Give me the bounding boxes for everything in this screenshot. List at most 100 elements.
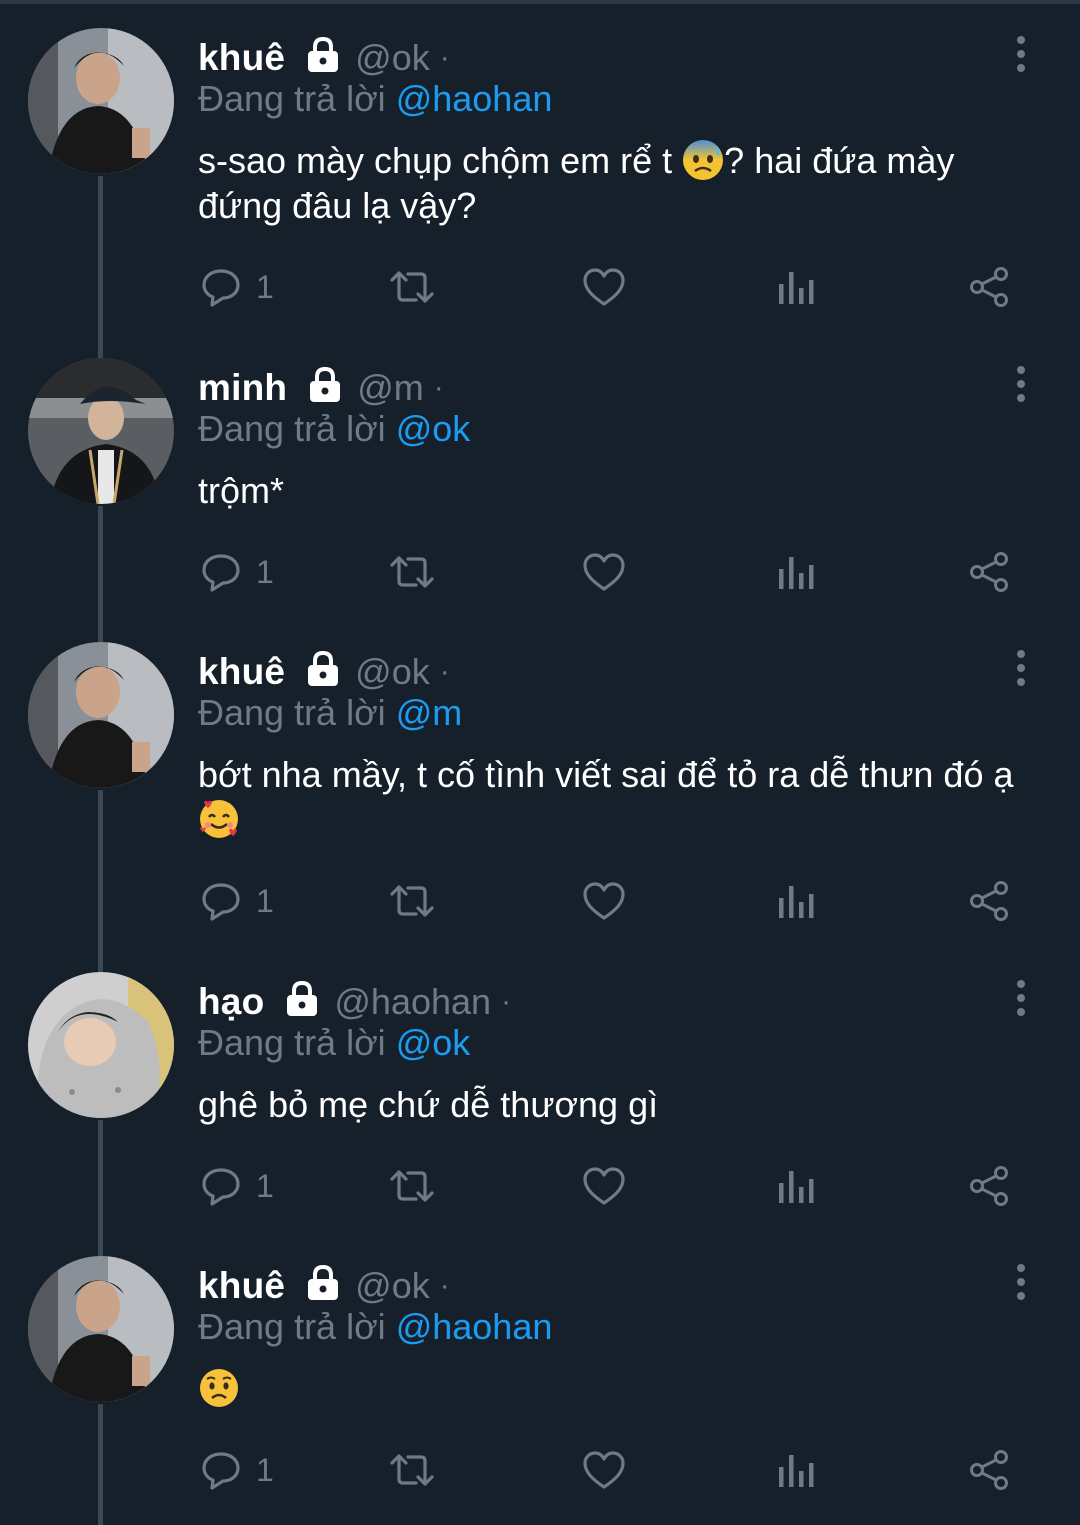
reply-button[interactable]: 1 [200, 1163, 274, 1209]
analytics-button[interactable] [776, 1447, 816, 1493]
avatar[interactable] [28, 358, 174, 504]
tweet-text [198, 1366, 1048, 1411]
avatar[interactable] [28, 28, 174, 174]
more-options-icon[interactable] [1004, 366, 1038, 402]
retweet-icon [390, 1454, 434, 1486]
avatar[interactable] [28, 642, 174, 788]
display-name[interactable]: hạo [198, 981, 264, 1023]
smiling-face-with-hearts-icon [198, 798, 240, 840]
share-button[interactable] [968, 1447, 1010, 1493]
analytics-button[interactable] [776, 549, 816, 595]
retweet-button[interactable] [388, 264, 436, 310]
tweet-content: khuê @ok · Đang trả lời @haohan [198, 1260, 1048, 1411]
tweet-content: minh @m · Đang trả lời @ok trộm* [198, 362, 1048, 513]
action-bar: 1 [198, 264, 1028, 310]
retweet-button[interactable] [388, 549, 436, 595]
share-button[interactable] [968, 1163, 1010, 1209]
more-options-icon[interactable] [1004, 1264, 1038, 1300]
analytics-icon [779, 557, 814, 589]
avatar[interactable] [28, 972, 174, 1118]
share-button[interactable] [968, 264, 1010, 310]
reply-count: 1 [256, 268, 274, 305]
action-bar: 1 [198, 878, 1028, 924]
analytics-icon [779, 1171, 814, 1203]
action-bar: 1 [198, 1447, 1028, 1493]
separator-dot: · [439, 655, 450, 688]
replying-to-label: Đang trả lời [198, 408, 396, 449]
display-name[interactable]: minh [198, 367, 287, 409]
tweet[interactable]: hạo @haohan · Đang trả lời @ok ghê bỏ mẹ… [0, 944, 1080, 1228]
tweet-text-part: bớt nha mầy, t cố tình viết sai để tỏ ra… [198, 754, 1014, 795]
tweet[interactable]: khuê @ok · Đang trả lời @haohan 1 [0, 1228, 1080, 1525]
retweet-icon [390, 885, 434, 917]
like-button[interactable] [582, 878, 626, 924]
tweet[interactable]: khuê @ok · Đang trả lời @m bớt nha mầy, … [0, 614, 1080, 944]
lock-icon [303, 1262, 343, 1302]
reply-button[interactable]: 1 [200, 878, 274, 924]
more-options-icon[interactable] [1004, 980, 1038, 1016]
replying-to-label: Đang trả lời [198, 78, 396, 119]
analytics-icon [779, 272, 814, 304]
display-name[interactable]: khuê [198, 651, 285, 693]
more-options-icon[interactable] [1004, 650, 1038, 686]
like-button[interactable] [582, 1163, 626, 1209]
like-button[interactable] [582, 549, 626, 595]
like-icon [583, 268, 625, 306]
tweet-content: hạo @haohan · Đang trả lời @ok ghê bỏ mẹ… [198, 976, 1048, 1127]
share-icon [970, 1166, 1008, 1206]
reply-button[interactable]: 1 [200, 264, 274, 310]
reply-to-handle[interactable]: @haohan [396, 1306, 553, 1347]
retweet-icon [390, 556, 434, 588]
tweet-text-part: s-sao mày chụp chộm em rể t [198, 140, 683, 181]
avatar[interactable] [28, 1256, 174, 1402]
reply-button[interactable]: 1 [200, 549, 274, 595]
reply-to-handle[interactable]: @haohan [396, 78, 553, 119]
replying-to: Đang trả lời @haohan [198, 78, 1048, 120]
tweet[interactable]: minh @m · Đang trả lời @ok trộm* 1 [0, 330, 1080, 614]
like-icon [583, 1451, 625, 1489]
handle[interactable]: @ok [355, 1265, 430, 1307]
reply-button[interactable]: 1 [200, 1447, 274, 1493]
share-icon [970, 267, 1008, 307]
tweet-text-part: trộm* [198, 470, 285, 511]
reply-icon [202, 554, 240, 592]
display-name[interactable]: khuê [198, 37, 285, 79]
like-button[interactable] [582, 264, 626, 310]
replying-to: Đang trả lời @ok [198, 1022, 1048, 1064]
replying-to-label: Đang trả lời [198, 1306, 396, 1347]
retweet-icon [390, 1170, 434, 1202]
reply-count: 1 [256, 1451, 274, 1488]
reply-to-handle[interactable]: @ok [396, 408, 471, 449]
analytics-button[interactable] [776, 878, 816, 924]
tweet[interactable]: khuê @ok · Đang trả lời @haohan s-sao mà… [0, 0, 1080, 330]
tweet-text-part: ghê bỏ mẹ chứ dễ thương gì [198, 1084, 659, 1125]
share-button[interactable] [968, 549, 1010, 595]
reply-to-handle[interactable]: @ok [396, 1022, 471, 1063]
reply-icon [202, 1168, 240, 1206]
tweet-content: khuê @ok · Đang trả lời @m bớt nha mầy, … [198, 646, 1048, 842]
analytics-button[interactable] [776, 264, 816, 310]
reply-count: 1 [256, 1167, 274, 1204]
analytics-icon [779, 886, 814, 918]
tweet-header: khuê @ok · [198, 646, 1048, 698]
action-bar: 1 [198, 1163, 1028, 1209]
share-icon [970, 1450, 1008, 1490]
retweet-button[interactable] [388, 1447, 436, 1493]
reply-count: 1 [256, 553, 274, 590]
analytics-button[interactable] [776, 1163, 816, 1209]
handle[interactable]: @ok [355, 651, 430, 693]
tweet-text: s-sao mày chụp chộm em rể t ? hai đứa mà… [198, 138, 1048, 228]
display-name[interactable]: khuê [198, 1265, 285, 1307]
handle[interactable]: @m [357, 367, 424, 409]
separator-dot: · [501, 985, 512, 1018]
share-button[interactable] [968, 878, 1010, 924]
reply-to-handle[interactable]: @m [396, 692, 463, 733]
like-button[interactable] [582, 1447, 626, 1493]
retweet-button[interactable] [388, 878, 436, 924]
lock-icon [305, 364, 345, 404]
more-options-icon[interactable] [1004, 36, 1038, 72]
replying-to-label: Đang trả lời [198, 1022, 396, 1063]
retweet-button[interactable] [388, 1163, 436, 1209]
handle[interactable]: @ok [355, 37, 430, 79]
handle[interactable]: @haohan [334, 981, 491, 1023]
